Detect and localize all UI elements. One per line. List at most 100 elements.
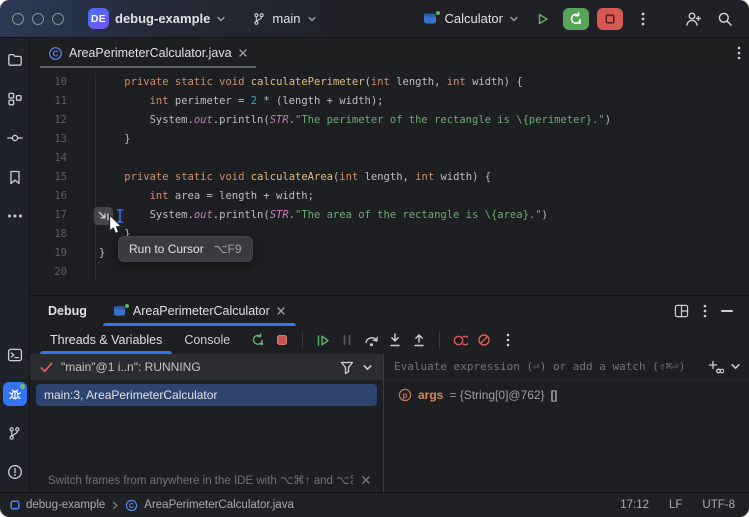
line-number: 11 <box>30 92 67 111</box>
code-editor[interactable]: 10 private static void calculatePerimete… <box>30 68 749 295</box>
search-icon <box>717 11 733 27</box>
code-text: } <box>96 130 131 149</box>
sidebar-item-version-control[interactable] <box>3 421 27 445</box>
code-text <box>96 263 99 282</box>
step-over-button[interactable] <box>363 332 379 348</box>
chevron-down-icon[interactable] <box>362 362 373 373</box>
breadcrumb[interactable]: debug-example C AreaPerimeterCalculator.… <box>10 499 294 512</box>
session-app-icon <box>113 305 127 317</box>
chevron-down-icon <box>509 14 519 24</box>
gutter[interactable] <box>67 73 96 92</box>
project-widget[interactable]: DE debug-example <box>82 5 232 32</box>
close-window-button[interactable] <box>12 13 24 25</box>
variable-value: = {String[0]@762} <box>449 388 544 402</box>
code-text <box>96 149 99 168</box>
code-line[interactable]: 16 int area = length + width; <box>30 187 749 206</box>
gutter[interactable] <box>67 149 96 168</box>
minimize-window-button[interactable] <box>32 13 44 25</box>
step-into-button[interactable] <box>387 332 403 348</box>
mute-breakpoints-button[interactable] <box>476 332 492 348</box>
variable-row-args[interactable]: p args = {String[0]@762} [] <box>384 380 749 402</box>
line-ending[interactable]: LF <box>669 499 682 511</box>
run-config-app-icon <box>423 12 438 25</box>
editor-tab[interactable]: C AreaPerimeterCalculator.java <box>40 38 256 68</box>
sidebar-item-bookmarks[interactable] <box>3 165 27 189</box>
rerun-button[interactable] <box>250 332 266 348</box>
sidebar-item-terminal[interactable] <box>3 343 27 367</box>
rerun-debug-button[interactable] <box>563 8 589 30</box>
branch-name: main <box>272 11 300 26</box>
sidebar-item-structure[interactable] <box>3 87 27 111</box>
gutter[interactable] <box>67 92 96 111</box>
tooltip-shortcut: ⌥F9 <box>214 242 242 256</box>
gutter[interactable] <box>67 206 96 225</box>
thread-selector[interactable]: "main"@1 i..n": RUNNING <box>30 354 383 380</box>
gutter[interactable] <box>67 225 96 244</box>
panel-options-kebab-icon[interactable] <box>703 304 707 318</box>
evaluate-expression-bar[interactable]: Evaluate expression (⏎) or add a watch (… <box>384 354 749 380</box>
restart-debug-icon <box>569 12 583 26</box>
code-with-me-button[interactable] <box>681 8 705 30</box>
code-line[interactable]: 17 System.out.println(STR."The area of t… <box>30 206 749 225</box>
file-encoding[interactable]: UTF-8 <box>702 499 735 511</box>
chevron-down-icon[interactable] <box>730 361 741 372</box>
line-number: 18 <box>30 225 67 244</box>
add-watch-icon[interactable] <box>708 360 724 374</box>
stop-icon <box>276 334 288 346</box>
debug-more-kebab-icon[interactable] <box>500 332 516 348</box>
zoom-window-button[interactable] <box>52 13 64 25</box>
git-branch-icon <box>7 426 22 441</box>
search-everywhere-button[interactable] <box>713 8 737 30</box>
gutter[interactable] <box>67 263 96 282</box>
more-horizontal-icon <box>7 214 23 218</box>
sidebar-item-debug[interactable] <box>3 382 27 406</box>
code-line[interactable]: 20 <box>30 263 749 282</box>
tab-console[interactable]: Console <box>182 326 232 354</box>
step-over-icon <box>364 334 379 347</box>
stop-square-icon <box>604 13 616 25</box>
gutter[interactable] <box>67 111 96 130</box>
project-badge-icon: DE <box>88 8 109 29</box>
hide-panel-icon[interactable] <box>721 310 733 312</box>
code-line[interactable]: 13 } <box>30 130 749 149</box>
sidebar-item-project[interactable] <box>3 48 27 72</box>
step-out-button[interactable] <box>411 332 427 348</box>
code-line[interactable]: 15 private static void calculateArea(int… <box>30 168 749 187</box>
stop-debug-button[interactable] <box>274 332 290 348</box>
gutter[interactable] <box>67 187 96 206</box>
tab-threads-variables[interactable]: Threads & Variables <box>48 326 164 354</box>
dismiss-hint-icon[interactable] <box>361 475 371 485</box>
stop-button[interactable] <box>597 8 623 30</box>
run-more-actions-button[interactable] <box>631 8 655 30</box>
editor-tab-bar: C AreaPerimeterCalculator.java <box>30 38 749 68</box>
caret-position[interactable]: 17:12 <box>620 499 649 511</box>
parameter-icon: p <box>398 388 412 402</box>
resume-button[interactable] <box>315 332 331 348</box>
debug-title: Debug <box>48 304 87 318</box>
editor-options-kebab-icon[interactable] <box>737 46 741 60</box>
view-breakpoints-button[interactable] <box>452 332 468 348</box>
layout-settings-icon[interactable] <box>674 304 689 318</box>
code-line[interactable]: 10 private static void calculatePerimete… <box>30 73 749 92</box>
pause-button[interactable] <box>339 332 355 348</box>
code-line[interactable]: 12 System.out.println(STR."The perimeter… <box>30 111 749 130</box>
run-button[interactable] <box>531 8 555 30</box>
sidebar-item-more[interactable] <box>3 204 27 228</box>
branch-widget[interactable]: main <box>246 8 322 29</box>
problems-icon <box>7 464 23 480</box>
sidebar-item-problems[interactable] <box>3 460 27 484</box>
gutter[interactable] <box>67 168 96 187</box>
close-icon[interactable] <box>238 48 248 58</box>
code-line[interactable]: 14 <box>30 149 749 168</box>
stack-frame-item-selected[interactable]: main:3, AreaPerimeterCalculator <box>36 384 377 406</box>
resume-icon <box>316 334 330 347</box>
close-icon[interactable] <box>276 306 286 316</box>
code-line[interactable]: 11 int perimeter = 2 * (length + width); <box>30 92 749 111</box>
line-number: 15 <box>30 168 67 187</box>
gutter[interactable] <box>67 244 96 263</box>
gutter[interactable] <box>67 130 96 149</box>
sidebar-item-commit[interactable] <box>3 126 27 150</box>
debug-session-tab[interactable]: AreaPerimeterCalculator <box>109 296 290 326</box>
filter-funnel-icon[interactable] <box>340 361 354 374</box>
run-configuration-selector[interactable]: Calculator <box>419 8 523 29</box>
